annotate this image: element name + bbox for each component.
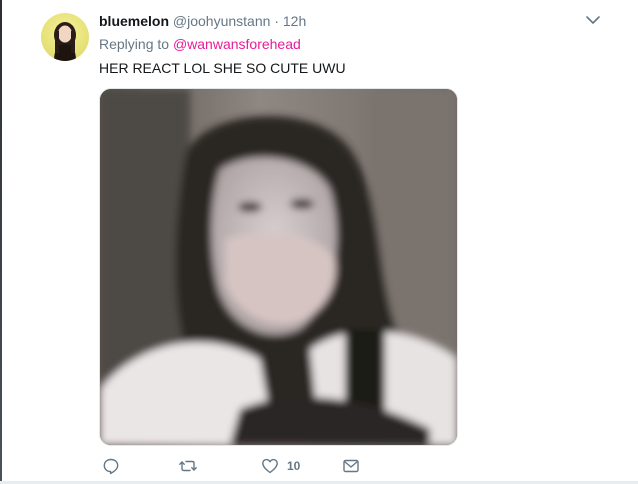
retweet-action[interactable] xyxy=(179,455,197,477)
reply-action[interactable] xyxy=(102,455,120,477)
tweet-actions: 10 xyxy=(99,455,399,477)
window-edge xyxy=(0,0,2,484)
reply-icon xyxy=(103,458,119,475)
tweet-header: bluemelon @joohyunstann · 12h xyxy=(99,12,306,30)
direct-message-action[interactable] xyxy=(342,455,360,477)
heart-icon xyxy=(262,458,278,474)
chevron-down-icon[interactable] xyxy=(583,10,603,30)
like-action[interactable]: 10 xyxy=(261,455,300,477)
time-separator: · xyxy=(274,13,279,29)
envelope-icon xyxy=(343,459,359,473)
tweet-text: HER REACT LOL SHE SO CUTE UWU xyxy=(99,60,346,76)
retweet-icon xyxy=(179,460,197,472)
display-name[interactable]: bluemelon xyxy=(99,13,169,29)
replying-to-line: Replying to @wanwansforehead xyxy=(99,35,301,53)
avatar-portrait xyxy=(54,22,76,61)
replying-to-label: Replying to xyxy=(99,36,170,52)
avatar[interactable] xyxy=(41,13,89,61)
tweet-timestamp[interactable]: 12h xyxy=(283,13,306,29)
woman-covering-mouth-photo xyxy=(100,89,457,445)
user-handle[interactable]: @joohyunstann xyxy=(173,13,271,29)
tweet-media-image[interactable] xyxy=(99,88,458,446)
like-count: 10 xyxy=(287,459,301,473)
mention-link[interactable]: @wanwansforehead xyxy=(173,36,301,52)
